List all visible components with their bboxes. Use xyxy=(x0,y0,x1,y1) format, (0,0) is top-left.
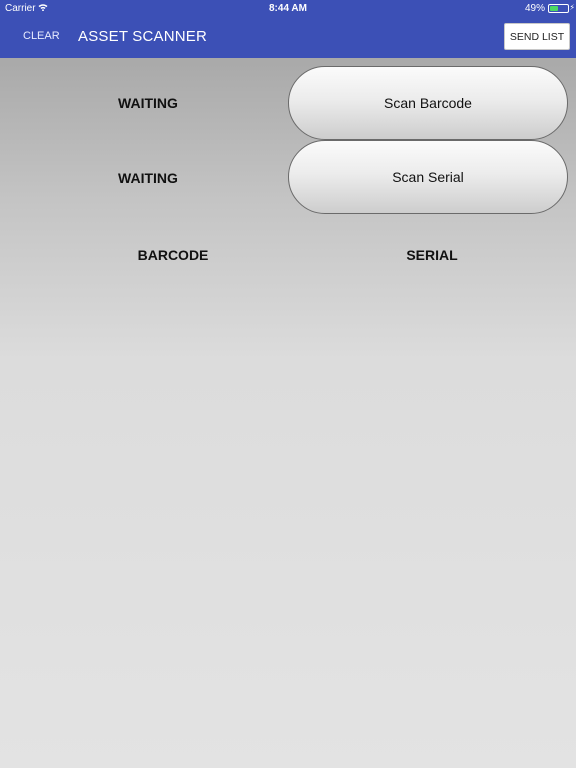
battery-level-fill xyxy=(550,6,559,11)
page-title: ASSET SCANNER xyxy=(78,28,208,45)
navigation-bar: Carrier 8:44 AM 49% ⚡ CLEAR ASSET SCANNE… xyxy=(0,0,576,58)
scan-serial-button[interactable]: Scan Serial xyxy=(288,140,568,214)
barcode-status-label: WAITING xyxy=(118,95,178,111)
battery-percentage: 49% xyxy=(524,3,545,14)
battery-charging-icon xyxy=(548,4,569,13)
scan-barcode-button[interactable]: Scan Barcode xyxy=(288,66,568,140)
clear-button[interactable]: CLEAR xyxy=(23,30,60,42)
send-list-button[interactable]: SEND LIST xyxy=(504,23,570,50)
column-header-barcode: BARCODE xyxy=(137,247,209,263)
charging-bolt-icon: ⚡ xyxy=(569,3,575,12)
serial-status-label: WAITING xyxy=(118,170,178,186)
status-time: 8:44 AM xyxy=(269,3,307,14)
column-header-serial: SERIAL xyxy=(406,247,458,263)
scanned-items-list[interactable] xyxy=(0,270,576,768)
